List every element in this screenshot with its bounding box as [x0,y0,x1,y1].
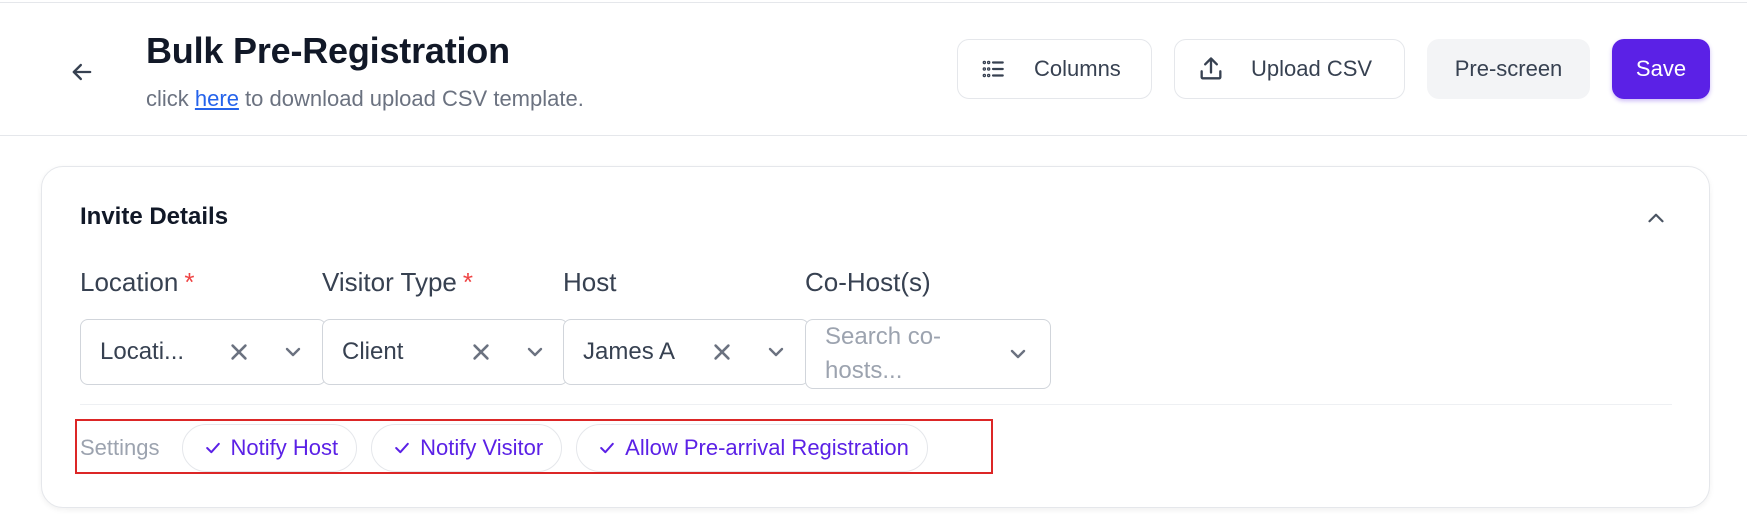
arrow-left-icon [72,63,92,81]
location-value: Locati... [100,338,185,365]
list-icon [982,60,1004,78]
check-icon [395,442,409,454]
back-button[interactable] [60,50,104,94]
prescreen-label: Pre-screen [1454,56,1563,81]
page-title: Bulk Pre-Registration [146,30,510,71]
cohosts-label: Co-Host(s) [805,267,931,297]
subtitle-suffix: to download upload CSV template. [238,86,584,111]
chevron-down-icon [768,347,784,357]
location-field: Location * Locati... [80,267,326,385]
notify-host-chip[interactable]: Notify Host [181,424,358,472]
required-mark: * [184,267,195,297]
download-template-link[interactable]: here [195,86,239,111]
location-select[interactable]: Locati... [80,319,326,385]
save-button[interactable]: Save [1612,39,1710,99]
subtitle-prefix: click [146,86,195,111]
location-dropdown-toggle[interactable] [281,340,305,364]
page-header: Bulk Pre-Registration click here to down… [0,0,1747,136]
columns-label: Columns [1034,56,1121,81]
allow-pre-arrival-registration-label: Allow Pre-arrival Registration [625,435,909,460]
host-dropdown-toggle[interactable] [764,340,788,364]
host-select[interactable]: James A [563,319,809,385]
host-field: Host James A [563,267,809,385]
chevron-down-icon [1010,349,1026,359]
upload-csv-button[interactable]: Upload CSV [1174,39,1405,99]
save-label: Save [1635,56,1687,81]
invite-details-card: Invite Details Location * Locati... Visit… [41,166,1710,508]
chevron-down-icon [285,347,301,357]
location-clear-button[interactable] [227,340,251,364]
columns-button[interactable]: Columns [957,39,1152,99]
clear-icon [231,344,247,360]
visitor-type-dropdown-toggle[interactable] [523,340,547,364]
visitor-type-value: Client [342,338,404,365]
visitor-type-clear-button[interactable] [469,340,493,364]
location-label: Location * [80,267,326,307]
check-icon [600,442,615,454]
upload-icon [1200,57,1222,80]
collapse-button[interactable] [1641,203,1671,233]
cohosts-dropdown-toggle[interactable] [1006,342,1030,366]
visitor-type-field: Visitor Type * Client [322,267,568,385]
visitor-type-label-text: Visitor Type [322,267,457,297]
settings-row: Settings Notify Host Notify Visitor Allo… [80,423,942,473]
settings-label: Settings [80,435,160,460]
divider [80,404,1672,405]
chevron-up-icon [1648,213,1664,223]
page-subtitle: click here to download upload CSV templa… [146,86,584,112]
visitor-type-label: Visitor Type * [322,267,568,307]
allow-pre-arrival-registration-chip[interactable]: Allow Pre-arrival Registration [576,424,928,472]
notify-visitor-chip[interactable]: Notify Visitor [371,424,563,472]
cohosts-search-input[interactable]: Search co-hosts... [825,320,975,388]
chevron-down-icon [527,347,543,357]
notify-visitor-label: Notify Visitor [420,435,544,460]
cohosts-select[interactable]: Search co-hosts... [805,319,1051,389]
host-value: James A [583,338,676,365]
card-title: Invite Details [80,203,229,230]
notify-host-label: Notify Host [230,435,339,460]
clear-icon [714,344,730,360]
prescreen-button[interactable]: Pre-screen [1427,39,1590,99]
location-label-text: Location [80,267,179,297]
check-icon [205,442,220,454]
clear-icon [473,344,489,360]
upload-csv-label: Upload CSV [1251,56,1373,81]
host-clear-button[interactable] [710,340,734,364]
cohosts-field: Co-Host(s) Search co-hosts... [805,267,1051,389]
host-label: Host [563,267,617,297]
required-mark: * [462,267,474,297]
visitor-type-select[interactable]: Client [322,319,568,385]
